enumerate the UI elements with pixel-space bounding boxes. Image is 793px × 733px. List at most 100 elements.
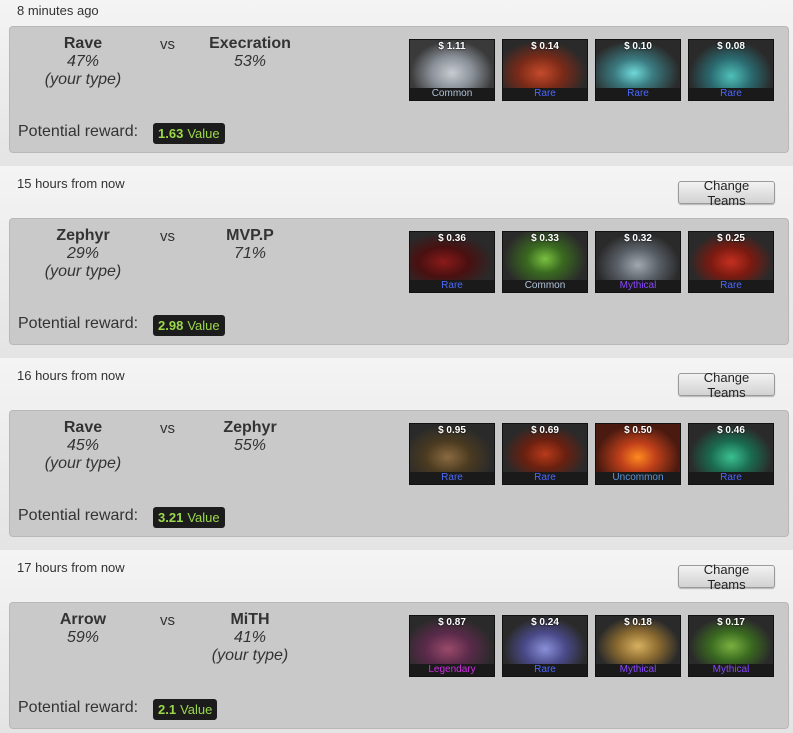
item-rarity: Uncommon: [596, 472, 680, 484]
item-tile[interactable]: $ 0.08 Rare: [688, 39, 774, 101]
item-tile[interactable]: $ 0.33 Common: [502, 231, 588, 293]
team-right[interactable]: MVP.P 71%: [170, 227, 330, 263]
match-section: 16 hours from now Change Teams Rave 45% …: [0, 358, 793, 550]
team-name: Arrow: [59, 611, 107, 628]
item-rarity: Mythical: [596, 664, 680, 676]
potential-reward-label: Potential reward:: [18, 699, 139, 716]
reward-unit: Value: [187, 510, 220, 525]
item-price: $ 0.18: [624, 617, 652, 628]
team-percent: 71%: [233, 245, 267, 262]
reward-value: 2.1: [158, 702, 177, 717]
item-rarity: Common: [410, 88, 494, 100]
team-percent: 55%: [233, 437, 267, 454]
item-rarity: Rare: [689, 472, 773, 484]
item-rarity: Rare: [596, 88, 680, 100]
team-name: Rave: [63, 35, 103, 52]
team-name: Execration: [209, 35, 291, 52]
change-teams-button[interactable]: Change Teams: [678, 178, 775, 208]
item-price: $ 0.69: [531, 425, 559, 436]
team-name: MVP.P: [226, 227, 274, 244]
change-teams-button[interactable]: Change Teams: [678, 562, 775, 592]
match-card: Rave 45% (your type) vs Zephyr 55% $ 0.9…: [9, 410, 789, 537]
item-tile[interactable]: $ 0.24 Rare: [502, 615, 588, 677]
reward-value: 1.63: [158, 126, 184, 141]
item-rarity: Rare: [410, 280, 494, 292]
item-list: $ 0.87 Legendary $ 0.24 Rare $ 0.18 Mythical $…: [409, 615, 775, 677]
item-price: $ 0.17: [717, 617, 745, 628]
reward-unit: Value: [187, 318, 220, 333]
team-left[interactable]: Arrow 59%: [3, 611, 163, 647]
item-list: $ 0.36 Rare $ 0.33 Common $ 0.32 Mythical $ 0.…: [409, 231, 775, 293]
team-percent: 59%: [66, 629, 100, 646]
match-time: 17 hours from now: [17, 560, 125, 575]
team-left[interactable]: Rave 47% (your type): [3, 35, 163, 89]
item-price: $ 0.33: [531, 233, 559, 244]
reward-badge: 2.98 Value: [153, 315, 225, 336]
your-type-label: (your type): [44, 71, 122, 88]
your-type-label: (your type): [44, 263, 122, 280]
team-right[interactable]: Zephyr 55%: [170, 419, 330, 455]
item-tile[interactable]: $ 0.25 Rare: [688, 231, 774, 293]
match-section: 17 hours from now Change Teams Arrow 59%…: [0, 550, 793, 733]
reward-badge: 3.21 Value: [153, 507, 225, 528]
item-tile[interactable]: $ 0.10 Rare: [595, 39, 681, 101]
team-percent: 45%: [66, 437, 100, 454]
item-price: $ 0.32: [624, 233, 652, 244]
item-rarity: Rare: [689, 88, 773, 100]
item-tile[interactable]: $ 0.46 Rare: [688, 423, 774, 485]
match-time: 16 hours from now: [17, 368, 125, 383]
item-list: $ 0.95 Rare $ 0.69 Rare $ 0.50 Uncommon $ 0.46…: [409, 423, 775, 485]
change-teams-button[interactable]: Change Teams: [678, 370, 775, 400]
match-time: 15 hours from now: [17, 176, 125, 191]
potential-reward-label: Potential reward:: [18, 507, 139, 524]
item-tile[interactable]: $ 0.50 Uncommon: [595, 423, 681, 485]
item-tile[interactable]: $ 0.17 Mythical: [688, 615, 774, 677]
item-rarity: Legendary: [410, 664, 494, 676]
item-tile[interactable]: $ 0.95 Rare: [409, 423, 495, 485]
reward-unit: Value: [180, 702, 213, 717]
team-name: MiTH: [230, 611, 270, 628]
your-type-label: (your type): [211, 647, 289, 664]
match-section: 15 hours from now Change Teams Zephyr 29…: [0, 166, 793, 358]
reward-value: 2.98: [158, 318, 184, 333]
item-price: $ 1.11: [438, 41, 466, 52]
potential-reward-label: Potential reward:: [18, 123, 139, 140]
item-price: $ 0.10: [624, 41, 652, 52]
item-price: $ 0.24: [531, 617, 559, 628]
team-right[interactable]: MiTH 41% (your type): [170, 611, 330, 665]
item-rarity: Mythical: [596, 280, 680, 292]
team-percent: 29%: [66, 245, 100, 262]
team-left[interactable]: Rave 45% (your type): [3, 419, 163, 473]
your-type-label: (your type): [44, 455, 122, 472]
item-tile[interactable]: $ 1.11 Common: [409, 39, 495, 101]
match-list: 8 minutes ago Rave 47% (your type) vs Ex…: [0, 0, 793, 733]
item-tile[interactable]: $ 0.32 Mythical: [595, 231, 681, 293]
item-tile[interactable]: $ 0.14 Rare: [502, 39, 588, 101]
reward-badge: 2.1 Value: [153, 699, 218, 720]
reward-unit: Value: [187, 126, 220, 141]
item-tile[interactable]: $ 0.69 Rare: [502, 423, 588, 485]
reward-badge: 1.63 Value: [153, 123, 225, 144]
item-rarity: Common: [503, 280, 587, 292]
item-tile[interactable]: $ 0.87 Legendary: [409, 615, 495, 677]
match-section: 8 minutes ago Rave 47% (your type) vs Ex…: [0, 0, 793, 166]
item-price: $ 0.95: [438, 425, 466, 436]
reward-value: 3.21: [158, 510, 184, 525]
item-price: $ 0.36: [438, 233, 466, 244]
item-list: $ 1.11 Common $ 0.14 Rare $ 0.10 Rare $ 0.08 Ra…: [409, 39, 775, 101]
team-name: Rave: [63, 419, 103, 436]
item-rarity: Rare: [689, 280, 773, 292]
team-right[interactable]: Execration 53%: [170, 35, 330, 71]
item-rarity: Rare: [503, 472, 587, 484]
item-tile[interactable]: $ 0.18 Mythical: [595, 615, 681, 677]
item-price: $ 0.50: [624, 425, 652, 436]
item-price: $ 0.87: [438, 617, 466, 628]
team-left[interactable]: Zephyr 29% (your type): [3, 227, 163, 281]
item-price: $ 0.08: [717, 41, 745, 52]
match-time: 8 minutes ago: [17, 3, 99, 18]
team-percent: 41%: [233, 629, 267, 646]
team-name: Zephyr: [223, 419, 277, 436]
item-tile[interactable]: $ 0.36 Rare: [409, 231, 495, 293]
potential-reward-label: Potential reward:: [18, 315, 139, 332]
match-card: Arrow 59% vs MiTH 41% (your type) $ 0.87…: [9, 602, 789, 729]
